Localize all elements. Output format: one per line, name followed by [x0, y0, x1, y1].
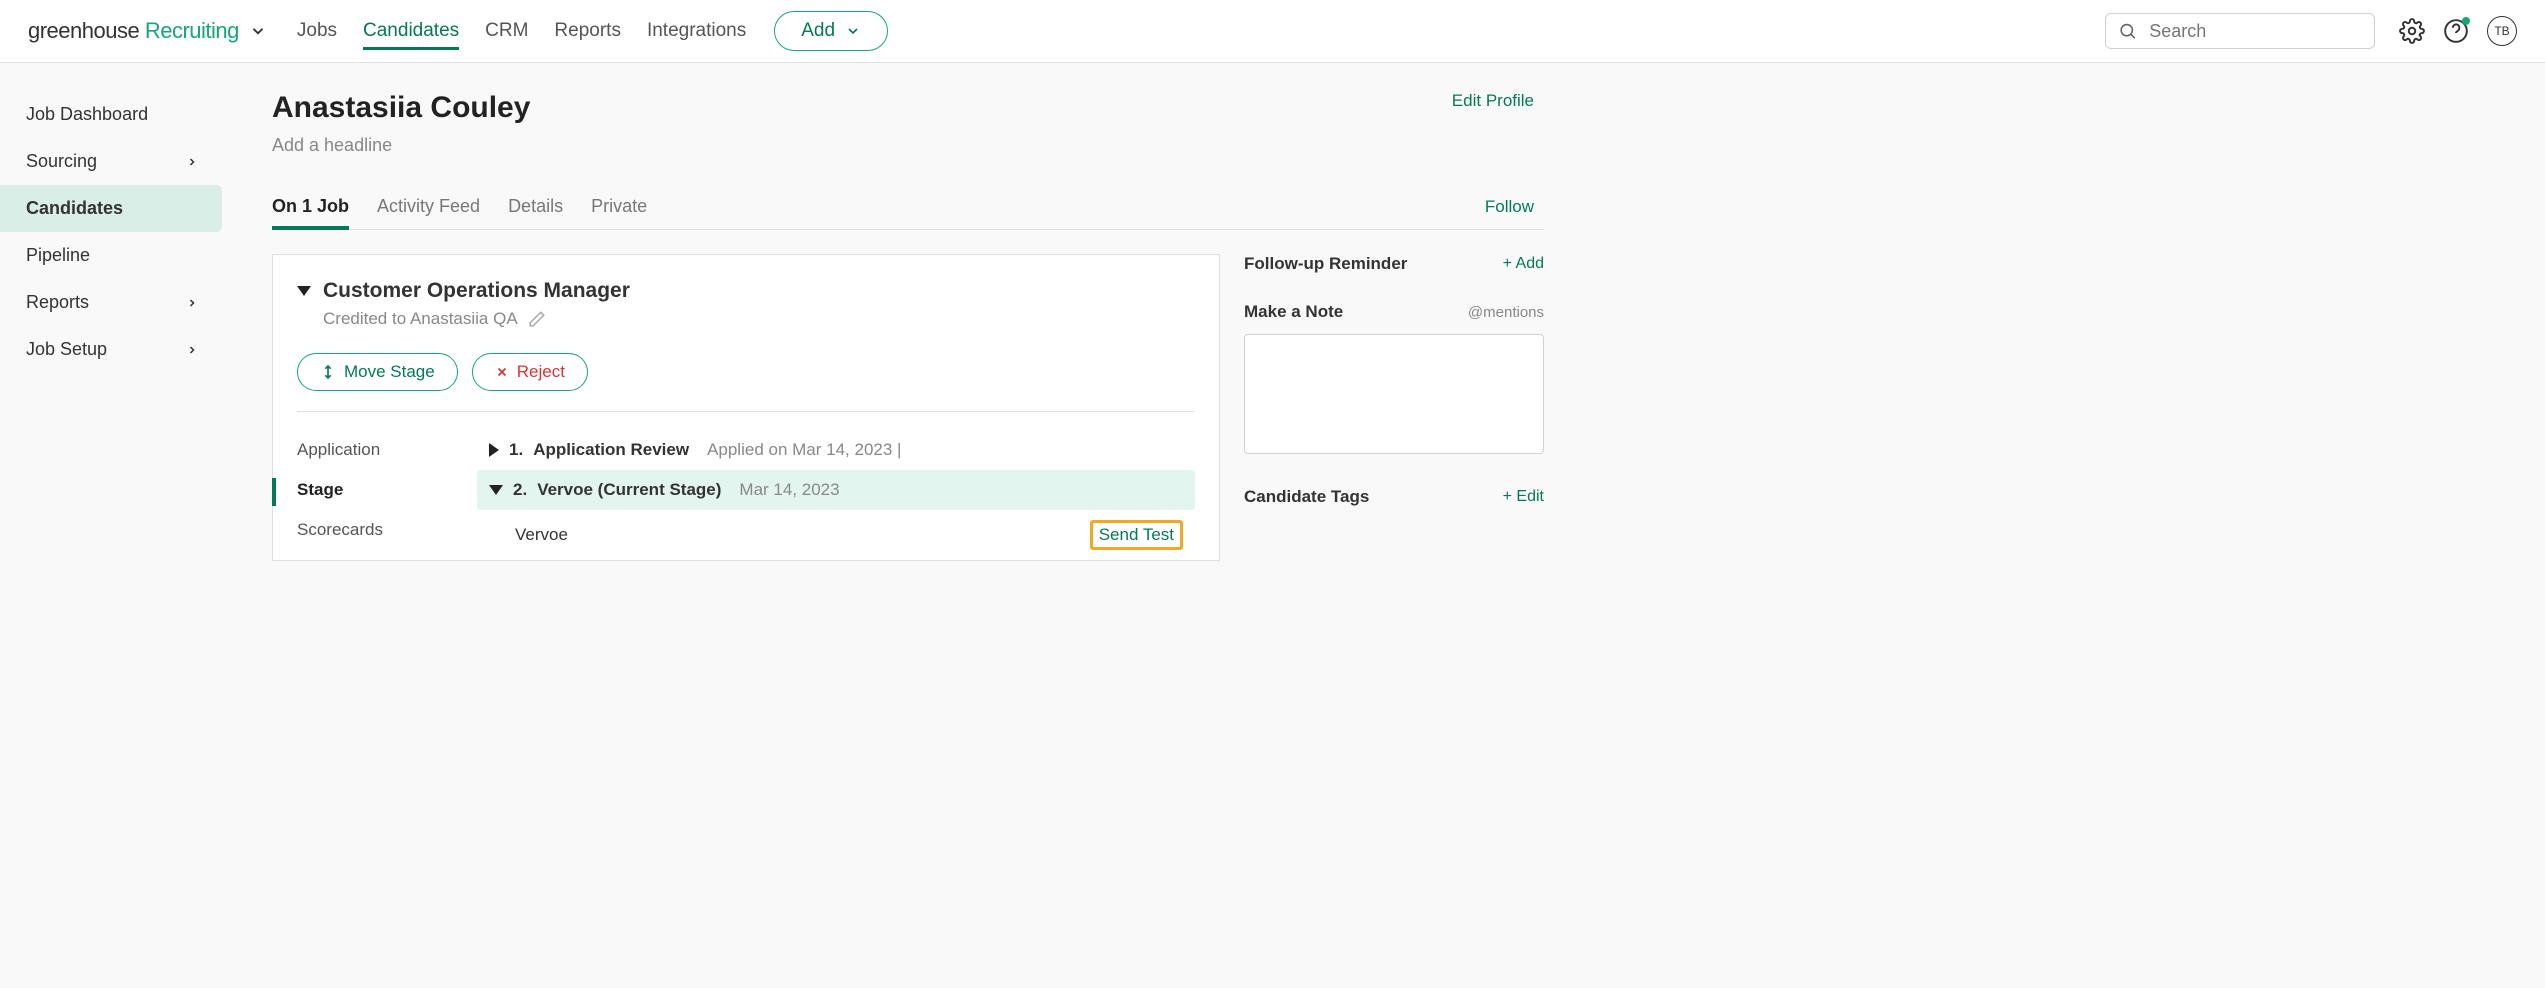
sub-item-label: Vervoe [515, 525, 568, 545]
add-button-label: Add [801, 20, 835, 42]
stage-row-2[interactable]: 2. Vervoe (Current Stage) Mar 14, 2023 [477, 470, 1195, 510]
stage-name: Vervoe (Current Stage) [537, 480, 721, 500]
chevron-down-icon[interactable] [249, 22, 267, 40]
nav-jobs[interactable]: Jobs [297, 2, 337, 60]
help-icon[interactable] [2443, 18, 2469, 44]
sidebar-item-label: Job Dashboard [26, 104, 148, 125]
sidebar-item-label: Candidates [26, 198, 123, 219]
tab-details[interactable]: Details [508, 184, 563, 229]
sidebar-item-reports[interactable]: Reports [0, 279, 224, 326]
sidebar-item-sourcing[interactable]: Sourcing [0, 138, 224, 185]
job-title: Customer Operations Manager [323, 279, 630, 303]
tabs: On 1 Job Activity Feed Details Private F… [272, 184, 1544, 230]
stage-nav-application[interactable]: Application [297, 430, 477, 470]
tags-section: Candidate Tags + Edit [1244, 487, 1544, 507]
gear-icon[interactable] [2399, 18, 2425, 44]
stage-nav-stage[interactable]: Stage [297, 470, 477, 510]
add-headline[interactable]: Add a headline [272, 135, 530, 156]
main-content: Anastasiia Couley Add a headline Edit Pr… [224, 63, 1544, 561]
send-test-link[interactable]: Send Test [1090, 520, 1183, 550]
move-arrows-icon [320, 364, 336, 380]
logo-text-1: greenhouse [28, 18, 139, 43]
tab-activity-feed[interactable]: Activity Feed [377, 184, 480, 229]
sidebar-item-label: Reports [26, 292, 89, 313]
search-input[interactable] [2149, 21, 2362, 42]
sidebar-item-label: Job Setup [26, 339, 107, 360]
reject-button[interactable]: Reject [472, 353, 588, 391]
nav-reports[interactable]: Reports [554, 2, 621, 60]
sidebar-item-job-setup[interactable]: Job Setup [0, 326, 224, 373]
chevron-down-icon [845, 23, 861, 39]
right-column: Follow-up Reminder + Add Make a Note @me… [1244, 254, 1544, 535]
add-button[interactable]: Add [774, 11, 888, 51]
candidate-name: Anastasiia Couley [272, 91, 530, 125]
move-stage-button[interactable]: Move Stage [297, 353, 458, 391]
stage-number: 1. [509, 440, 523, 460]
note-title: Make a Note [1244, 302, 1343, 322]
pencil-icon[interactable] [528, 310, 546, 328]
job-card: Customer Operations Manager Credited to … [272, 254, 1220, 561]
tags-edit-link[interactable]: + Edit [1503, 488, 1544, 506]
stage-body: 1. Application Review Applied on Mar 14,… [477, 430, 1195, 560]
sidebar-item-label: Pipeline [26, 245, 90, 266]
tags-title: Candidate Tags [1244, 487, 1369, 507]
chevron-right-icon [186, 344, 198, 356]
followup-title: Follow-up Reminder [1244, 254, 1407, 274]
stage-nav-scorecards[interactable]: Scorecards [297, 510, 477, 550]
note-section: Make a Note @mentions [1244, 302, 1544, 459]
close-icon [495, 365, 509, 379]
followup-section: Follow-up Reminder + Add [1244, 254, 1544, 274]
sidebar-item-label: Sourcing [26, 151, 97, 172]
move-stage-label: Move Stage [344, 362, 435, 382]
note-textarea[interactable] [1244, 334, 1544, 454]
top-nav: greenhouse Recruiting Jobs Candidates CR… [0, 0, 2545, 63]
mentions-link[interactable]: @mentions [1468, 304, 1544, 321]
chevron-right-icon [186, 156, 198, 168]
edit-profile-link[interactable]: Edit Profile [1452, 91, 1534, 111]
sidebar-item-job-dashboard[interactable]: Job Dashboard [0, 91, 224, 138]
notification-dot [2462, 17, 2470, 25]
search-icon [2118, 20, 2137, 42]
nav-crm[interactable]: CRM [485, 2, 528, 60]
collapse-triangle-icon[interactable] [489, 485, 503, 495]
tab-private[interactable]: Private [591, 184, 647, 229]
expand-triangle-icon[interactable] [489, 443, 499, 457]
sidebar: Job Dashboard Sourcing Candidates Pipeli… [0, 63, 224, 561]
nav-integrations[interactable]: Integrations [647, 2, 746, 60]
sidebar-item-pipeline[interactable]: Pipeline [0, 232, 224, 279]
tab-on-job[interactable]: On 1 Job [272, 184, 349, 229]
logo-text-2: Recruiting [139, 18, 239, 43]
follow-link[interactable]: Follow [1485, 197, 1534, 217]
nav-links: Jobs Candidates CRM Reports Integrations [297, 2, 746, 60]
stage-row-1[interactable]: 1. Application Review Applied on Mar 14,… [477, 430, 1195, 470]
stage-sub-row: Vervoe Send Test [477, 510, 1195, 560]
collapse-triangle-icon[interactable] [297, 286, 311, 296]
stage-meta: Mar 14, 2023 [739, 480, 839, 500]
stage-name: Application Review [533, 440, 689, 460]
stage-meta: Applied on Mar 14, 2023 | [707, 440, 901, 460]
user-avatar[interactable]: TB [2487, 16, 2517, 46]
nav-candidates[interactable]: Candidates [363, 2, 459, 60]
sidebar-item-candidates[interactable]: Candidates [0, 185, 222, 232]
stage-number: 2. [513, 480, 527, 500]
chevron-right-icon [186, 297, 198, 309]
stage-nav: Application Stage Scorecards [297, 430, 477, 560]
search-input-wrap[interactable] [2105, 13, 2375, 49]
reject-label: Reject [517, 362, 565, 382]
logo[interactable]: greenhouse Recruiting [28, 18, 267, 44]
credited-to: Credited to Anastasiia QA [323, 309, 518, 329]
followup-add-link[interactable]: + Add [1503, 255, 1544, 273]
